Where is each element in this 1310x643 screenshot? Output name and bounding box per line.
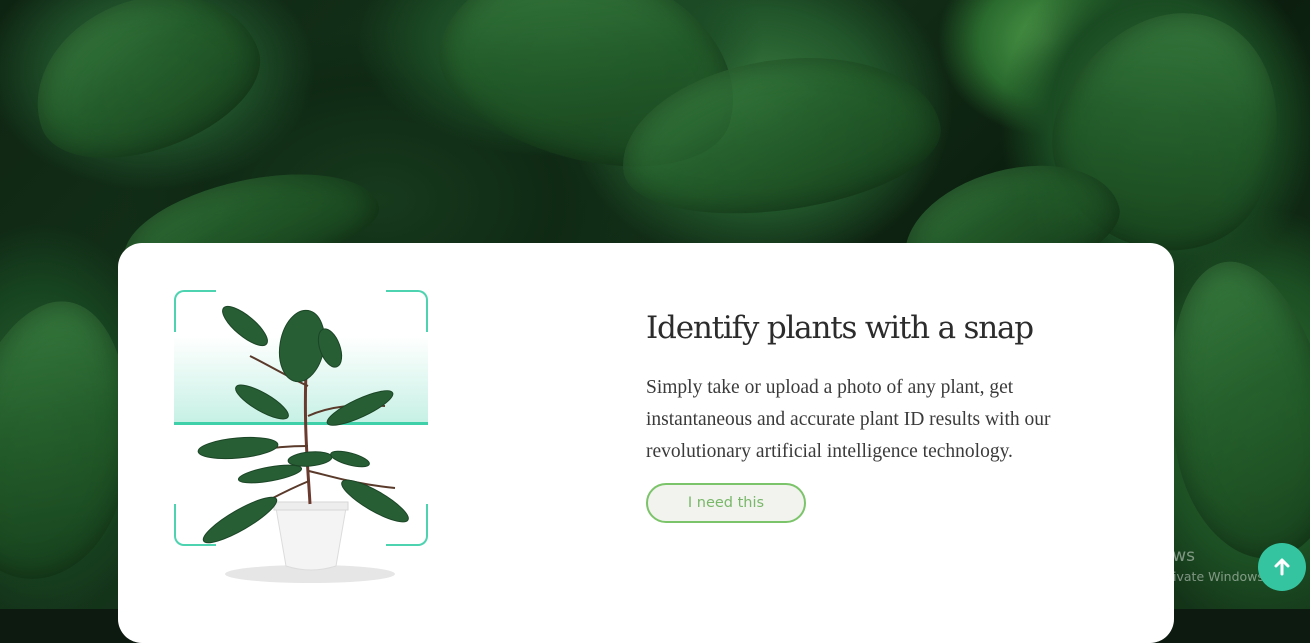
page-title: Identify plants with a snap [646, 310, 1034, 346]
i-need-this-button[interactable]: I need this [646, 483, 806, 523]
arrow-up-icon [1274, 558, 1290, 576]
back-to-top-button[interactable] [1258, 543, 1306, 591]
watermark-subtitle: Go to Settings to activate Windows. [1044, 569, 1268, 584]
feature-description: Simply take or upload a photo of any pla… [646, 377, 1051, 462]
activate-windows-watermark: Activate Windows Go to Settings to activ… [1044, 546, 1268, 584]
watermark-title: Activate Windows [1044, 546, 1195, 566]
potted-plant-image [197, 305, 409, 583]
